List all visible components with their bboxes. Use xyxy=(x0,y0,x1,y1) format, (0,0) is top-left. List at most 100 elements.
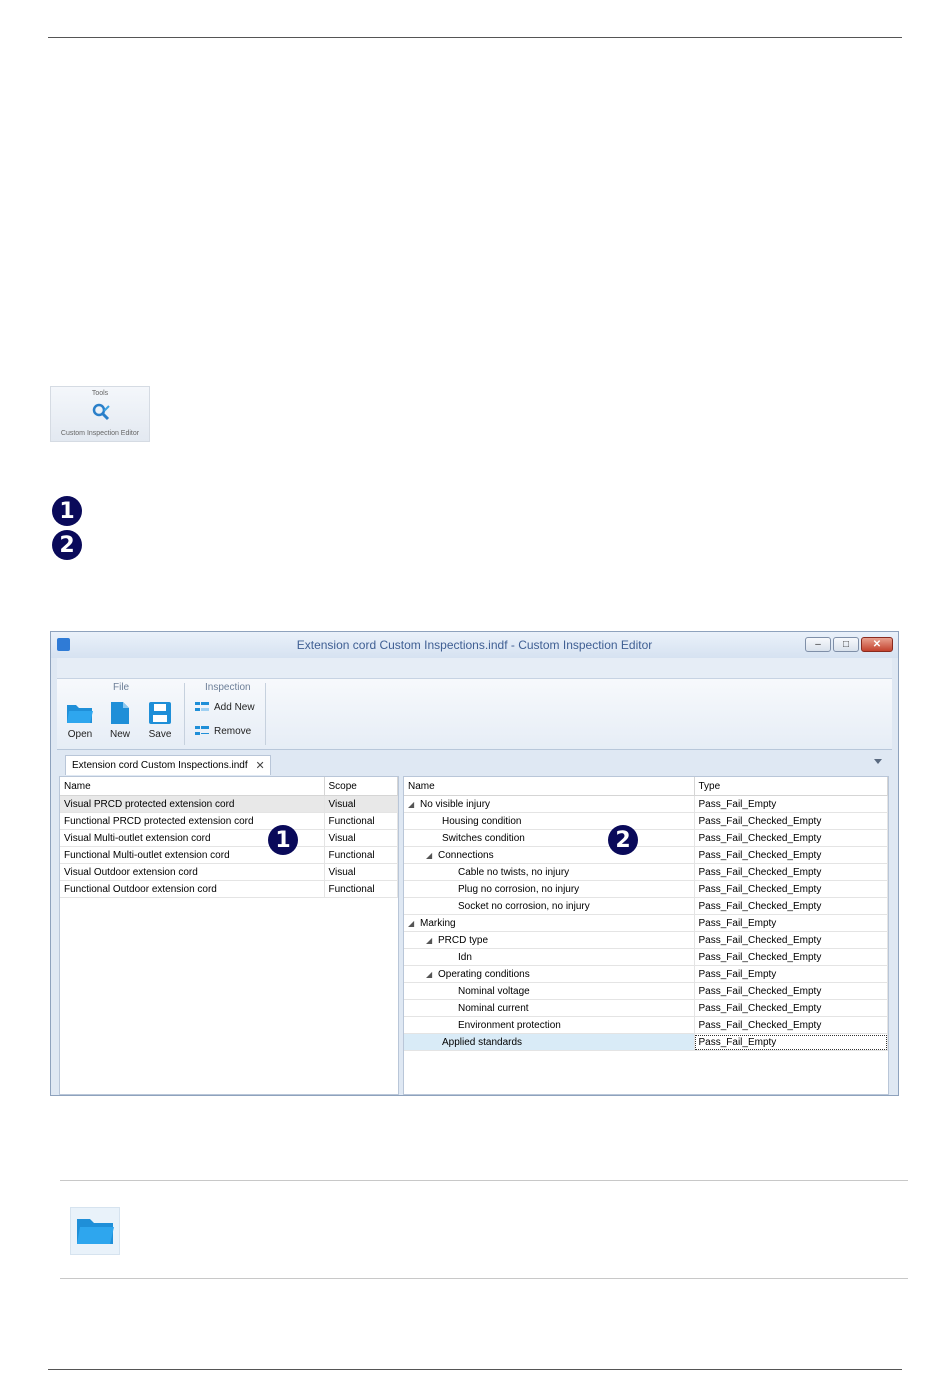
tree-item-name: Socket no corrosion, no injury xyxy=(404,897,695,915)
tree-item-type: Pass_Fail_Checked_Empty xyxy=(694,1016,888,1034)
section-bottom-rule xyxy=(60,1278,908,1279)
column-header-type[interactable]: Type xyxy=(694,777,888,796)
tree-row[interactable]: ◢ Operating conditions Pass_Fail_Empty xyxy=(404,965,888,983)
tree-row[interactable]: ◢ No visible injury Pass_Fail_Empty xyxy=(404,795,888,813)
marker-one: 1 xyxy=(52,496,82,526)
inspection-items-table: Name Type ◢ No visible injury Pass_Fail_E… xyxy=(404,777,888,1051)
save-label: Save xyxy=(148,729,172,740)
open-label: Open xyxy=(67,729,93,740)
column-header-item-name[interactable]: Name xyxy=(404,777,695,796)
inspection-scope: Visual xyxy=(324,829,398,847)
tree-row[interactable]: ◢ PRCD type Pass_Fail_Checked_Empty xyxy=(404,931,888,949)
tree-row-selected[interactable]: Applied standards Pass_Fail_Empty xyxy=(404,1033,888,1051)
tree-item-name: Idn xyxy=(404,948,695,966)
new-document-icon xyxy=(111,702,129,724)
custom-inspection-editor-icon xyxy=(92,403,110,421)
inspection-name: Visual Outdoor extension cord xyxy=(60,863,325,881)
menu-bar xyxy=(57,658,892,679)
tree-item-name: ◢ Connections xyxy=(404,846,695,864)
inspection-name: Functional Outdoor extension cord xyxy=(60,880,325,898)
add-new-label: Add New xyxy=(214,701,255,713)
tree-row[interactable]: Cable no twists, no injury Pass_Fail_Che… xyxy=(404,863,888,881)
section-top-rule xyxy=(60,1180,908,1181)
inspection-row[interactable]: Visual Outdoor extension cord Visual xyxy=(60,863,398,881)
marker-one-overlay: 1 xyxy=(268,825,298,855)
tools-group-label: Tools xyxy=(91,390,109,397)
remove-label: Remove xyxy=(214,725,252,737)
tree-item-type: Pass_Fail_Checked_Empty xyxy=(694,982,888,1000)
window-title: Extension cord Custom Inspections.indf -… xyxy=(296,638,653,652)
tree-item-name: Environment protection xyxy=(404,1016,695,1034)
inspection-scope: Functional xyxy=(324,812,398,830)
page-bottom-rule xyxy=(48,1369,902,1370)
open-button[interactable]: Open xyxy=(63,701,97,740)
tree-item-type: Pass_Fail_Empty xyxy=(694,795,888,813)
save-button[interactable]: Save xyxy=(145,701,175,740)
add-new-icon xyxy=(195,702,209,711)
tree-row[interactable]: Socket no corrosion, no injury Pass_Fail… xyxy=(404,897,888,915)
marker-two: 2 xyxy=(52,530,82,560)
tab-dropdown-arrow-icon[interactable] xyxy=(874,759,882,764)
maximize-button[interactable]: □ xyxy=(833,637,859,652)
tree-item-type: Pass_Fail_Checked_Empty xyxy=(694,829,888,847)
tree-item-name: ◢ PRCD type xyxy=(404,931,695,949)
tree-row[interactable]: Plug no corrosion, no injury Pass_Fail_C… xyxy=(404,880,888,898)
tree-row[interactable]: Housing condition Pass_Fail_Checked_Empt… xyxy=(404,812,888,830)
custom-inspection-editor-window: Extension cord Custom Inspections.indf -… xyxy=(50,631,899,1096)
tree-item-type: Pass_Fail_Checked_Empty xyxy=(694,863,888,881)
tree-item-type: Pass_Fail_Empty xyxy=(694,914,888,932)
tree-row[interactable]: Nominal voltage Pass_Fail_Checked_Empty xyxy=(404,982,888,1000)
tree-row[interactable]: Environment protection Pass_Fail_Checked… xyxy=(404,1016,888,1034)
document-tab[interactable]: Extension cord Custom Inspections.indf ✕ xyxy=(65,755,271,775)
tree-item-name: Switches condition xyxy=(404,829,695,847)
add-new-button[interactable]: Add New xyxy=(195,701,255,713)
column-header-scope[interactable]: Scope xyxy=(324,777,398,796)
tree-row[interactable]: ◢ Connections Pass_Fail_Checked_Empty xyxy=(404,846,888,864)
tree-item-type: Pass_Fail_Checked_Empty xyxy=(694,931,888,949)
minimize-button[interactable]: – xyxy=(805,637,831,652)
ribbon-separator xyxy=(184,683,185,745)
tree-item-type: Pass_Fail_Checked_Empty xyxy=(694,880,888,898)
items-header-row: Name Type xyxy=(404,777,888,796)
folder-open-icon xyxy=(77,1219,114,1244)
close-button[interactable]: ✕ xyxy=(861,637,893,652)
inspection-row[interactable]: Functional Outdoor extension cord Functi… xyxy=(60,880,398,898)
folder-open-icon xyxy=(67,705,93,723)
collapse-triangle-icon[interactable]: ◢ xyxy=(426,851,438,860)
new-label: New xyxy=(109,729,130,740)
collapse-triangle-icon[interactable]: ◢ xyxy=(408,800,420,809)
custom-inspection-editor-label: Custom Inspection Editor xyxy=(60,430,140,437)
tree-item-type: Pass_Fail_Checked_Empty xyxy=(694,897,888,915)
ribbon: File Inspection Open New Save Add New Re… xyxy=(57,679,892,750)
tree-row[interactable]: Nominal current Pass_Fail_Checked_Empty xyxy=(404,999,888,1017)
page-top-rule xyxy=(48,37,902,38)
column-header-name[interactable]: Name xyxy=(60,777,325,796)
tree-item-name: ◢ No visible injury xyxy=(404,795,695,813)
tab-close-icon[interactable]: ✕ xyxy=(255,756,264,776)
inspection-name: Visual PRCD protected extension cord xyxy=(60,795,325,813)
inspection-row[interactable]: Visual Multi-outlet extension cord Visua… xyxy=(60,829,398,847)
tree-item-name: Housing condition xyxy=(404,812,695,830)
inspection-row[interactable]: Functional Multi-outlet extension cord F… xyxy=(60,846,398,864)
new-button[interactable]: New xyxy=(105,701,135,740)
tree-row[interactable]: ◢ Marking Pass_Fail_Empty xyxy=(404,914,888,932)
tree-item-type: Pass_Fail_Checked_Empty xyxy=(694,812,888,830)
inspection-scope: Functional xyxy=(324,846,398,864)
collapse-triangle-icon[interactable]: ◢ xyxy=(426,970,438,979)
collapse-triangle-icon[interactable]: ◢ xyxy=(408,919,420,928)
inspection-items-pane: Name Type ◢ No visible injury Pass_Fail_E… xyxy=(403,776,889,1095)
inspection-group-label: Inspection xyxy=(205,682,251,693)
inspection-row[interactable]: Visual PRCD protected extension cord Vis… xyxy=(60,795,398,813)
tree-item-type[interactable]: Pass_Fail_Empty xyxy=(694,1033,888,1051)
document-tab-strip: Extension cord Custom Inspections.indf ✕ xyxy=(57,752,892,776)
inspections-table: Name Scope Visual PRCD protected extensi… xyxy=(60,777,398,898)
tree-row[interactable]: Idn Pass_Fail_Checked_Empty xyxy=(404,948,888,966)
save-icon xyxy=(149,702,171,724)
inspection-scope: Visual xyxy=(324,863,398,881)
collapse-triangle-icon[interactable]: ◢ xyxy=(426,936,438,945)
tree-row[interactable]: Switches condition Pass_Fail_Checked_Emp… xyxy=(404,829,888,847)
inspection-row[interactable]: Functional PRCD protected extension cord… xyxy=(60,812,398,830)
tree-item-name: Nominal current xyxy=(404,999,695,1017)
remove-button[interactable]: Remove xyxy=(195,725,251,737)
tree-item-type: Pass_Fail_Checked_Empty xyxy=(694,999,888,1017)
